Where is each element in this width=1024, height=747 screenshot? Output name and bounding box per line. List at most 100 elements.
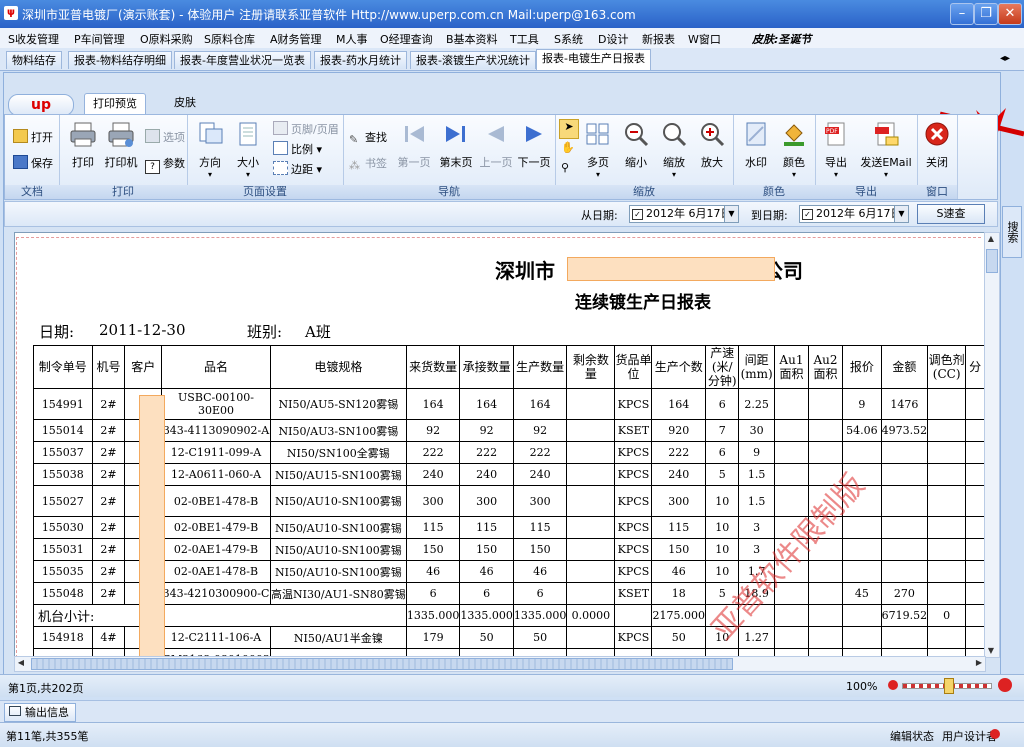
vertical-scroll-thumb[interactable] xyxy=(986,249,998,273)
bookmark-button[interactable]: ⁂ 书签 xyxy=(349,155,387,172)
cell xyxy=(566,388,616,420)
scroll-up-icon[interactable]: ▲ xyxy=(985,233,997,245)
menu-receive[interactable]: S收发管理 xyxy=(8,31,59,47)
hand-tool[interactable]: ✋ xyxy=(561,141,575,154)
menu-hr[interactable]: M人事 xyxy=(336,31,368,47)
menu-purchase[interactable]: O原料采购 xyxy=(140,31,193,47)
close-preview-button[interactable]: 关闭 xyxy=(920,121,954,170)
search-side-tab[interactable]: 搜索 xyxy=(1002,206,1022,258)
tab-skin[interactable]: 皮肤 xyxy=(166,93,204,113)
first-page-button[interactable]: 第一页 xyxy=(397,121,431,170)
cell xyxy=(880,516,929,539)
orientation-button[interactable]: 方向 ▾ xyxy=(195,121,225,179)
cell xyxy=(927,485,967,517)
cell xyxy=(842,441,882,464)
options-button[interactable]: 选项 xyxy=(145,129,185,145)
minimize-button[interactable]: – xyxy=(950,3,974,25)
prev-page-button[interactable]: 上一页 xyxy=(479,121,513,170)
cell: 920 xyxy=(651,419,706,442)
cell xyxy=(566,538,616,561)
doc-tab-barrel[interactable]: 报表-滚镀生产状况统计 xyxy=(410,51,536,69)
send-email-button[interactable]: 发送EMail ▾ xyxy=(859,121,913,179)
doc-tab-material-stock[interactable]: 物料结存 xyxy=(6,51,62,69)
menu-design[interactable]: D设计 xyxy=(598,31,628,47)
menu-manager[interactable]: O经理查询 xyxy=(380,31,433,47)
cell: 2# xyxy=(91,388,126,420)
params-button[interactable]: ? 参数 xyxy=(145,155,185,174)
zoom-slider-thumb[interactable] xyxy=(944,678,954,694)
menu-finance[interactable]: A财务管理 xyxy=(270,31,322,47)
find-button[interactable]: ✎ 查找 xyxy=(349,129,387,146)
page-size-icon xyxy=(239,122,257,146)
export-button[interactable]: PDF 导出 ▾ xyxy=(821,121,851,179)
scroll-right-icon[interactable]: ▶ xyxy=(973,657,985,669)
cell: 92 xyxy=(512,419,568,442)
size-button[interactable]: 大小 ▾ xyxy=(233,121,263,179)
doc-tab-annual[interactable]: 报表-年度营业状况一览表 xyxy=(174,51,311,69)
next-page-button[interactable]: 下一页 xyxy=(517,121,551,170)
horizontal-scroll-thumb[interactable] xyxy=(31,658,733,670)
shift-label: 班别: xyxy=(247,323,283,341)
vertical-scrollbar[interactable]: ▲ ▼ xyxy=(984,232,1000,658)
magnifier-tool[interactable]: ⚲ xyxy=(561,161,569,174)
last-page-button[interactable]: 第末页 xyxy=(439,121,473,170)
output-info-tab[interactable]: 输出信息 xyxy=(4,703,76,722)
zoom-in-button[interactable]: 放大 xyxy=(695,121,729,170)
printer-button[interactable]: 打印机 xyxy=(103,121,139,170)
cell: 300 xyxy=(459,485,514,517)
cell: 高温NI30/AU1-SN80雾锡 xyxy=(269,582,407,605)
color-button[interactable]: 颜色 ▾ xyxy=(777,121,811,179)
cell xyxy=(566,419,616,442)
from-date-dropdown-icon[interactable]: ▼ xyxy=(724,206,738,222)
header-footer-button[interactable]: 页脚/页眉 xyxy=(273,121,339,137)
cell: 2# xyxy=(91,560,126,583)
save-button[interactable]: 保存 xyxy=(13,155,53,171)
scroll-left-icon[interactable]: ◀ xyxy=(15,657,27,669)
from-date-input[interactable]: ✓ 2012年 6月17日 ▼ xyxy=(629,205,739,223)
margin-button[interactable]: 边距 ▾ xyxy=(273,161,322,177)
close-window-button[interactable]: ✕ xyxy=(998,3,1022,25)
quick-query-button[interactable]: S速查 xyxy=(917,204,985,224)
doc-tab-material-detail[interactable]: 报表-物料结存明细 xyxy=(68,51,172,69)
menu-system[interactable]: S系统 xyxy=(554,31,583,47)
tab-scroll-icon[interactable]: ◂▸ xyxy=(1000,53,1010,64)
pointer-tool[interactable]: ➤ xyxy=(559,119,579,139)
maximize-button[interactable]: ❐ xyxy=(974,3,998,25)
doc-tab-daily-report[interactable]: 报表-电镀生产日报表 xyxy=(536,49,651,70)
doc-tab-chemical[interactable]: 报表-药水月统计 xyxy=(314,51,407,69)
to-date-checkbox[interactable]: ✓ xyxy=(802,209,813,220)
cell: 10 xyxy=(704,485,740,517)
zoom-button[interactable]: 缩放 ▾ xyxy=(657,121,691,179)
paint-bucket-icon xyxy=(784,124,804,146)
open-button[interactable]: 打开 xyxy=(13,129,53,145)
menu-tools[interactable]: T工具 xyxy=(510,31,539,47)
col-produced: 生产数量 xyxy=(512,345,568,389)
user-designer: 用户设计者 xyxy=(942,730,997,743)
zoom-out-button[interactable]: 缩小 xyxy=(619,121,653,170)
print-button[interactable]: 打印 xyxy=(65,121,101,170)
customer-redaction xyxy=(139,395,165,657)
menu-workshop[interactable]: P车间管理 xyxy=(74,31,125,47)
menu-basic[interactable]: B基本资料 xyxy=(446,31,498,47)
menu-warehouse[interactable]: S原料仓库 xyxy=(204,31,255,47)
scale-button[interactable]: 比例 ▾ xyxy=(273,141,322,157)
menu-new-report[interactable]: 新报表 xyxy=(642,31,675,47)
horizontal-scrollbar[interactable]: ◀ ▶ xyxy=(14,656,986,672)
multi-page-button[interactable]: 多页 ▾ xyxy=(583,121,613,179)
table-row: 154918 4# 12-C2111-106-A NI50/AU1半金镍 179 50 50… xyxy=(33,626,985,649)
table-header-row: 制令单号 机号 客户 品名 电镀规格 来货数量 承接数量 生产数量 剩余数量 货… xyxy=(33,345,985,389)
cell xyxy=(965,560,985,583)
group-zoom: ➤ ✋ ⚲ 多页 ▾ 缩小 缩放 ▾ 放大 缩放 xyxy=(555,115,734,199)
to-date-dropdown-icon[interactable]: ▼ xyxy=(894,206,908,222)
zoom-plus-icon[interactable] xyxy=(998,678,1012,692)
watermark-button[interactable]: 水印 xyxy=(739,121,773,170)
scroll-down-icon[interactable]: ▼ xyxy=(985,645,997,657)
zoom-minus-icon[interactable] xyxy=(888,680,898,690)
cell: 150 xyxy=(459,538,514,561)
menu-window[interactable]: W窗口 xyxy=(688,31,721,47)
to-date-input[interactable]: ✓ 2012年 6月17日 ▼ xyxy=(799,205,909,223)
from-date-checkbox[interactable]: ✓ xyxy=(632,209,643,220)
date-label: 日期: xyxy=(39,323,75,341)
cell: 155048 xyxy=(33,582,93,605)
tab-print-preview[interactable]: 打印预览 xyxy=(84,93,146,114)
